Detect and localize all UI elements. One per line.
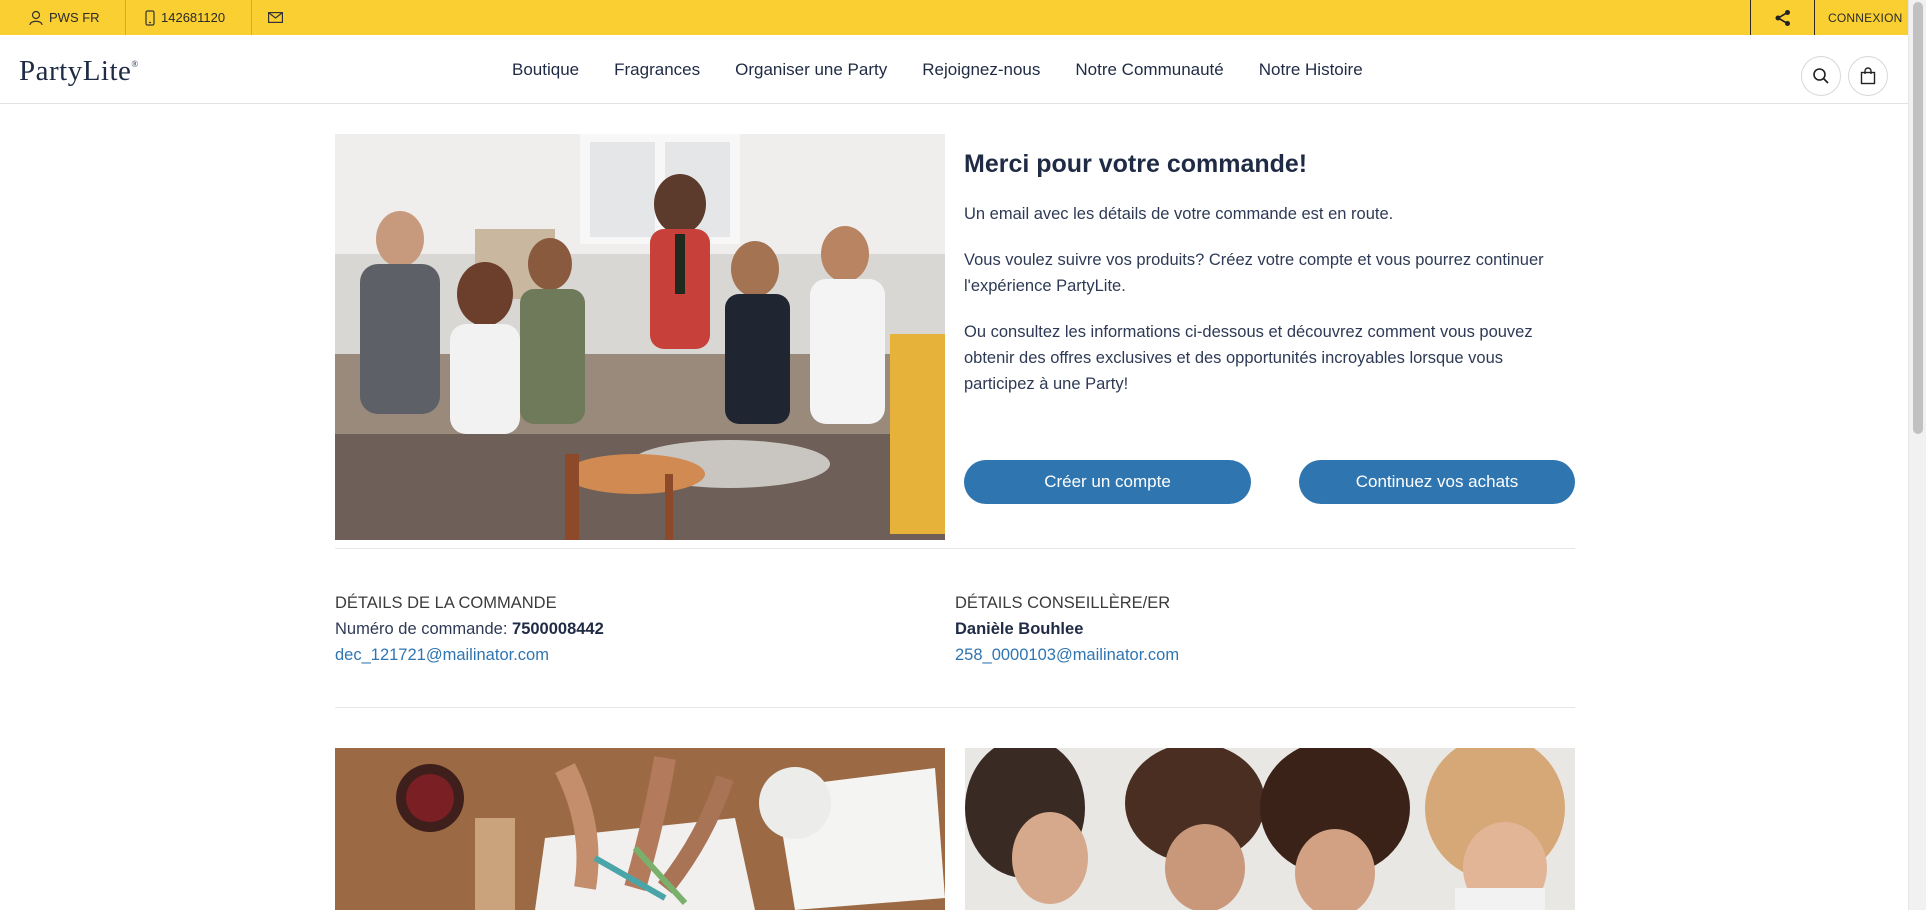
consultant-email-link[interactable]: 258_0000103@mailinator.com: [955, 646, 1179, 664]
page-title: Merci pour votre commande!: [964, 150, 1308, 178]
account-label: PWS FR: [49, 10, 100, 25]
party-hero-image: [335, 134, 945, 540]
order-email-link[interactable]: dec_121721@mailinator.com: [335, 646, 549, 664]
confirmation-message: Un email avec les détails de votre comma…: [964, 205, 1394, 223]
registered-mark: ®: [131, 59, 139, 69]
order-number-label: Numéro de commande:: [335, 620, 508, 638]
section-divider: [335, 548, 1575, 549]
order-number-row: Numéro de commande: 7500008442: [335, 616, 604, 642]
phone-number: 142681120: [161, 10, 226, 25]
order-details-heading: DÉTAILS DE LA COMMANDE: [335, 594, 557, 612]
main-header: PartyLite® Boutique Fragrances Organiser…: [0, 35, 1908, 104]
create-account-button[interactable]: Créer un compte: [964, 460, 1251, 504]
nav-rejoignez-nous[interactable]: Rejoignez-nous: [922, 60, 1040, 80]
consultant-details: DÉTAILS CONSEILLÈRE/ER Danièle Bouhlee 2…: [955, 590, 1179, 668]
friends-group-image: [965, 748, 1575, 910]
page-scrollbar[interactable]: [1908, 0, 1926, 910]
share-icon: [1775, 9, 1790, 26]
consultant-name: Danièle Bouhlee: [955, 620, 1084, 638]
order-details: DÉTAILS DE LA COMMANDE Numéro de command…: [335, 590, 604, 668]
search-icon: [1813, 68, 1829, 84]
section-divider: [335, 707, 1575, 708]
share-button[interactable]: [1750, 0, 1815, 35]
continue-shopping-button[interactable]: Continuez vos achats: [1299, 460, 1575, 504]
account-selector[interactable]: PWS FR: [0, 0, 126, 35]
order-number: 7500008442: [512, 620, 604, 638]
logo-text: PartyLite: [19, 55, 132, 87]
nav-histoire[interactable]: Notre Histoire: [1259, 60, 1363, 80]
create-account-prompt: Vous voulez suivre vos produits? Créez v…: [964, 251, 1544, 295]
nav-fragrances[interactable]: Fragrances: [614, 60, 700, 80]
site-logo[interactable]: PartyLite®: [19, 55, 139, 88]
consultant-details-heading: DÉTAILS CONSEILLÈRE/ER: [955, 594, 1171, 612]
login-link[interactable]: CONNEXION: [1828, 0, 1902, 35]
search-button[interactable]: [1801, 56, 1841, 96]
mail-icon: [268, 12, 283, 23]
phone-link[interactable]: 142681120: [126, 0, 252, 35]
party-offer-text: Ou consultez les informations ci-dessous…: [964, 323, 1533, 393]
scrollbar-thumb[interactable]: [1913, 2, 1923, 434]
crafting-party-image: [335, 748, 945, 910]
top-bar: PWS FR 142681120 CONNEXION: [0, 0, 1908, 35]
shopping-bag-icon: [1860, 67, 1876, 85]
confirmation-panel: Merci pour votre commande! Un email avec…: [964, 150, 1575, 417]
nav-organiser-party[interactable]: Organiser une Party: [735, 60, 887, 80]
cart-button[interactable]: [1848, 56, 1888, 96]
mail-link[interactable]: [252, 0, 298, 35]
main-nav: Boutique Fragrances Organiser une Party …: [512, 35, 1398, 104]
phone-icon: [145, 9, 155, 26]
nav-communaute[interactable]: Notre Communauté: [1075, 60, 1223, 80]
nav-boutique[interactable]: Boutique: [512, 60, 579, 80]
user-icon: [29, 10, 43, 25]
